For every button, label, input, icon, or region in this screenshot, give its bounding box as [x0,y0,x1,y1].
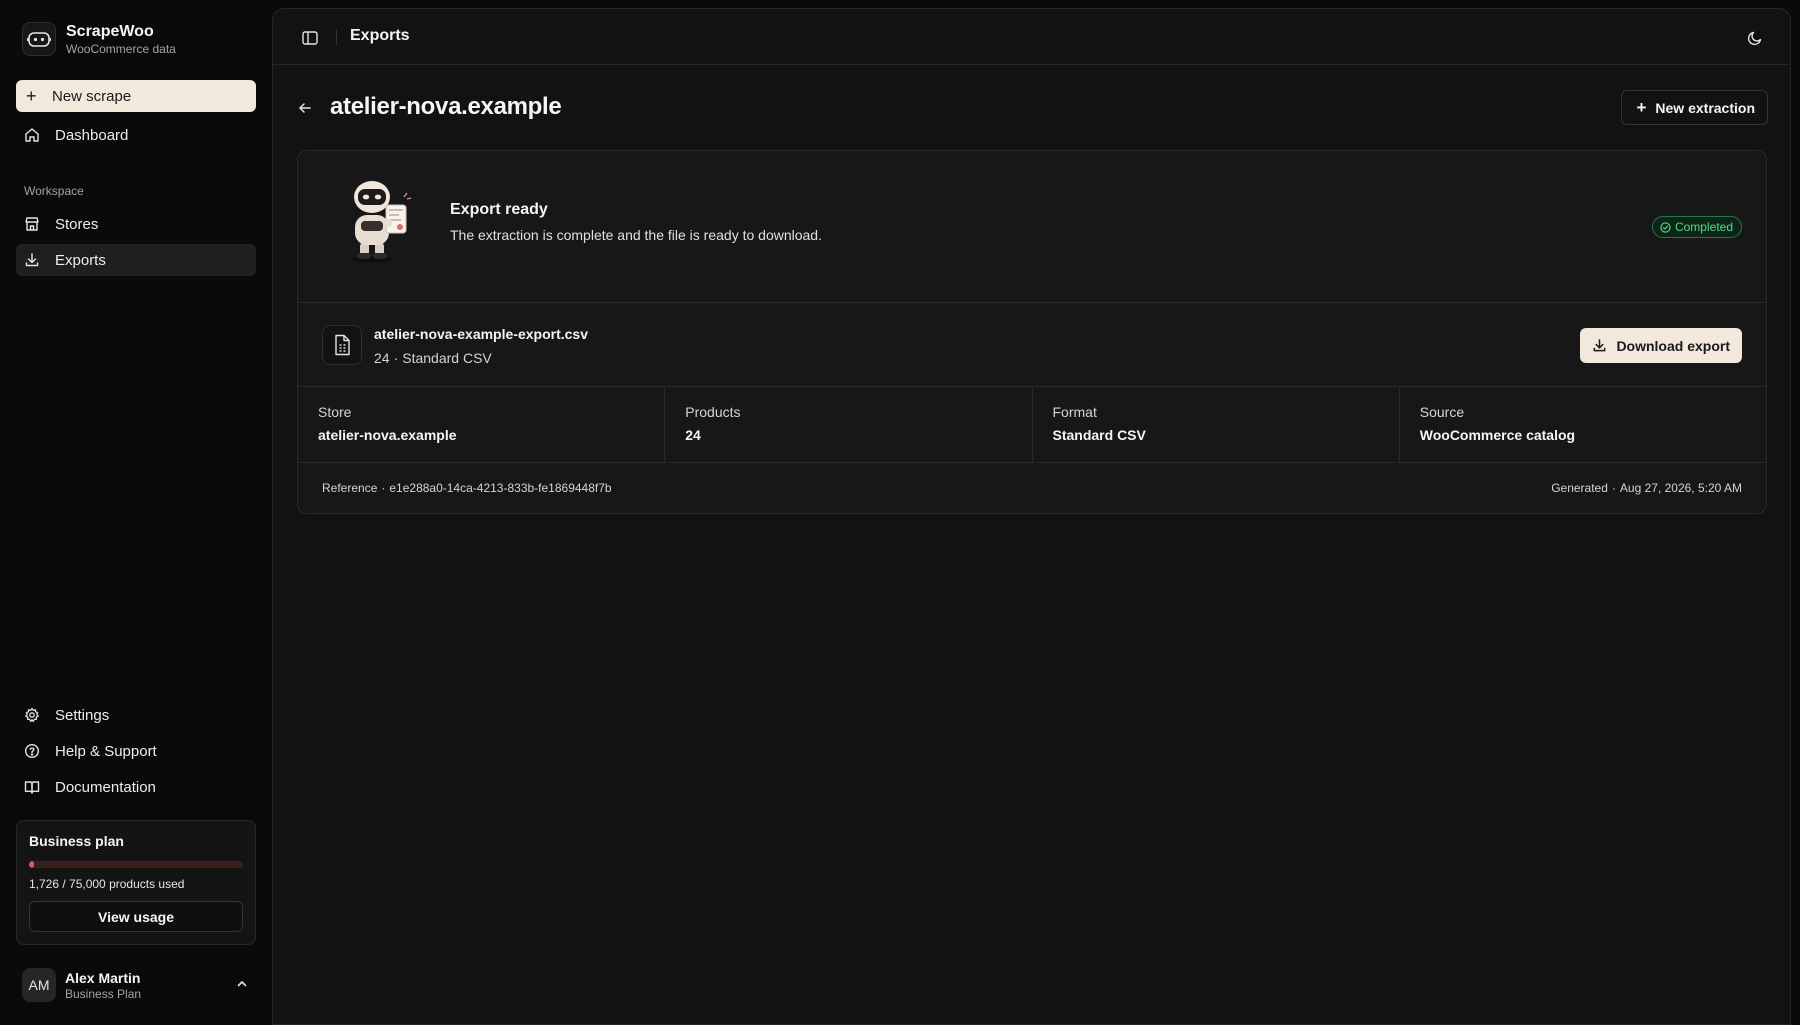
stat-label: Format [1052,404,1097,420]
user-menu[interactable]: AM Alex Martin Business Plan [22,967,254,1003]
export-ready-description: The extraction is complete and the file … [450,227,822,243]
stat-store: Store atelier-nova.example [298,387,666,462]
back-arrow-icon[interactable] [297,100,313,116]
sidebar-item-label: Help & Support [55,742,157,760]
download-icon [24,252,40,268]
generated-label: Generated [1551,481,1608,495]
stat-products: Products 24 [665,387,1033,462]
plan-title: Business plan [29,833,124,849]
sidebar-item-stores[interactable]: Stores [16,208,256,240]
file-product-count: 24 [374,350,390,366]
topbar: Exports [273,9,1790,65]
new-scrape-button[interactable]: + New scrape [16,80,256,112]
sidebar-item-documentation[interactable]: Documentation [16,771,256,803]
export-ready-title: Export ready [450,201,548,218]
sidebar-item-label: Exports [55,251,106,269]
stat-source: Source WooCommerce catalog [1400,387,1766,462]
sidebar-item-label: Settings [55,706,110,724]
avatar: AM [22,968,56,1002]
generated-timestamp: Generated · Aug 27, 2026, 5:20 AM [1551,481,1742,495]
sidebar-item-dashboard[interactable]: Dashboard [16,119,256,151]
plan-usage-fill [29,861,34,868]
stat-format: Format Standard CSV [1033,387,1400,462]
reference-label: Reference [322,481,378,495]
plus-icon: + [1636,97,1647,117]
plan-usage-text: 1,726 / 75,000 products used [29,877,185,891]
export-footer: Reference · e1e288a0-14ca-4213-833b-fe1869… [298,463,1766,513]
brand-name: ScrapeWoo [66,23,154,40]
topbar-divider [336,29,337,45]
export-stats: Store atelier-nova.example Products 24 F… [298,387,1766,463]
stat-label: Source [1419,404,1465,420]
sidebar-item-help[interactable]: Help & Support [16,735,256,767]
reference-value: e1e288a0-14ca-4213-833b-fe1869448f7b [389,481,612,495]
stat-value: 24 [685,427,701,443]
file-format: Standard CSV [402,350,492,366]
file-meta: 24 · Standard CSV [374,350,492,366]
new-extraction-button[interactable]: + New extraction [1621,90,1768,125]
stat-label: Store [318,404,352,420]
sidebar-toggle-icon[interactable] [301,29,319,47]
status-text: Completed [1674,220,1733,234]
csv-file-icon [322,325,362,365]
home-icon [24,127,40,143]
gear-icon [24,707,40,723]
sidebar-item-settings[interactable]: Settings [16,699,256,731]
view-usage-button[interactable]: View usage [29,901,243,932]
topbar-title: Exports [350,27,410,44]
file-row: atelier-nova-example-export.csv 24 · Stand… [298,303,1766,387]
reference-id: Reference · e1e288a0-14ca-4213-833b-fe1869… [322,481,612,495]
generated-separator: · [1611,481,1616,495]
book-icon [24,779,40,795]
plan-card: Business plan 1,726 / 75,000 products us… [16,820,256,945]
sidebar-item-label: Dashboard [55,126,129,144]
section-label-workspace: Workspace [24,184,84,198]
page-title: atelier-nova.example [330,93,562,120]
new-scrape-label: New scrape [52,87,132,105]
sidebar-item-exports[interactable]: Exports [16,244,256,276]
user-plan: Business Plan [65,986,142,1001]
brand-subtitle: WooCommerce data [66,42,176,56]
stat-label: Products [685,404,741,420]
store-icon [24,216,40,232]
plus-icon: + [26,86,37,106]
sidebar-item-label: Stores [55,215,99,233]
robot-illustration [346,177,412,263]
export-card: Export ready The extraction is complete … [297,150,1767,514]
status-badge: Completed [1651,216,1742,238]
file-name: atelier-nova-example-export.csv [374,326,588,342]
reference-separator: · [381,481,386,495]
new-extraction-label: New extraction [1655,99,1755,116]
stat-value: atelier-nova.example [318,427,457,443]
download-icon [1592,338,1607,353]
stat-value: Standard CSV [1052,427,1146,443]
help-icon [24,743,40,759]
generated-value: Aug 27, 2026, 5:20 AM [1619,481,1742,495]
sidebar: ScrapeWoo WooCommerce data + New scrape … [0,0,272,1025]
stat-value: WooCommerce catalog [1419,427,1576,443]
check-circle-icon [1660,221,1671,233]
download-export-button[interactable]: Download export [1580,328,1742,363]
user-name: Alex Martin [65,969,141,986]
export-hero: Export ready The extraction is complete … [298,151,1766,303]
file-meta-separator: · [393,350,399,366]
robot-icon [22,22,56,56]
plan-usage-bar [29,861,243,868]
sidebar-item-label: Documentation [55,778,156,796]
chevron-up-icon [236,977,248,994]
download-export-label: Download export [1616,337,1730,354]
brand[interactable]: ScrapeWoo WooCommerce data [22,22,176,56]
moon-icon[interactable] [1746,29,1764,47]
main-panel: Exports atelier-nova.example + New extra… [272,8,1791,1025]
